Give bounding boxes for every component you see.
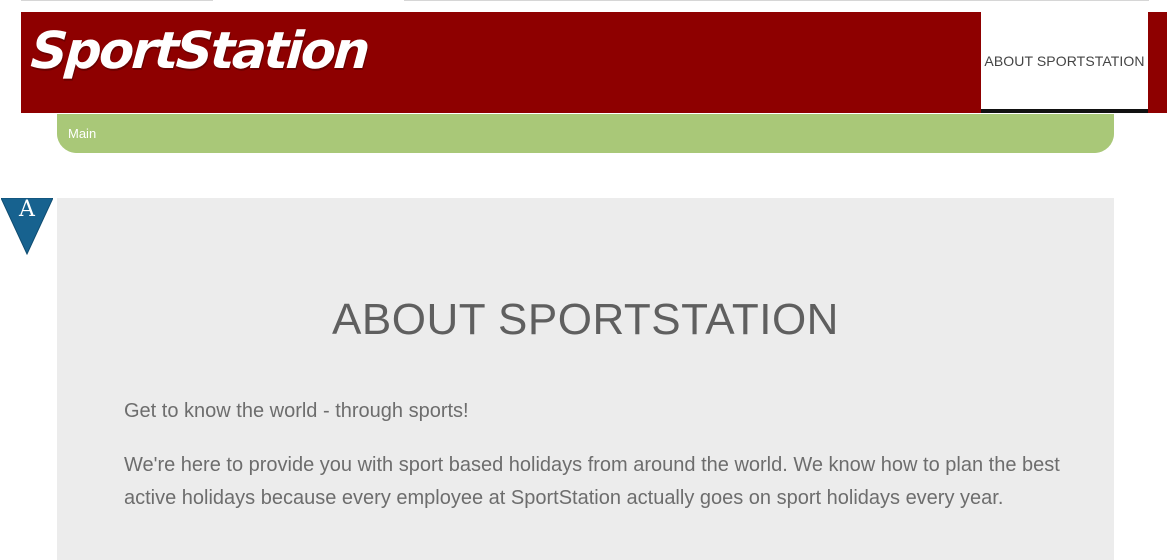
- top-divider-left: [21, 0, 213, 1]
- badge-letter: A: [19, 197, 35, 222]
- nav-item-about[interactable]: ABOUT SPORTSTATION: [981, 12, 1148, 113]
- content-panel: ABOUT SPORTSTATION Get to know the world…: [57, 198, 1114, 560]
- tagline: Get to know the world - through sports!: [124, 400, 469, 422]
- page-title: ABOUT SPORTSTATION: [332, 295, 839, 344]
- breadcrumb: Main: [57, 114, 1114, 153]
- accessibility-badge[interactable]: A: [1, 198, 53, 256]
- site-logo[interactable]: SportStation: [29, 22, 370, 81]
- page: SportStation ABOUT SPORTSTATION Main A A…: [0, 0, 1167, 560]
- breadcrumb-link-main[interactable]: Main: [68, 126, 96, 141]
- site-header: SportStation ABOUT SPORTSTATION: [21, 12, 1167, 113]
- about-paragraph: We're here to provide you with sport bas…: [124, 454, 1060, 509]
- top-divider-right: [404, 0, 1149, 1]
